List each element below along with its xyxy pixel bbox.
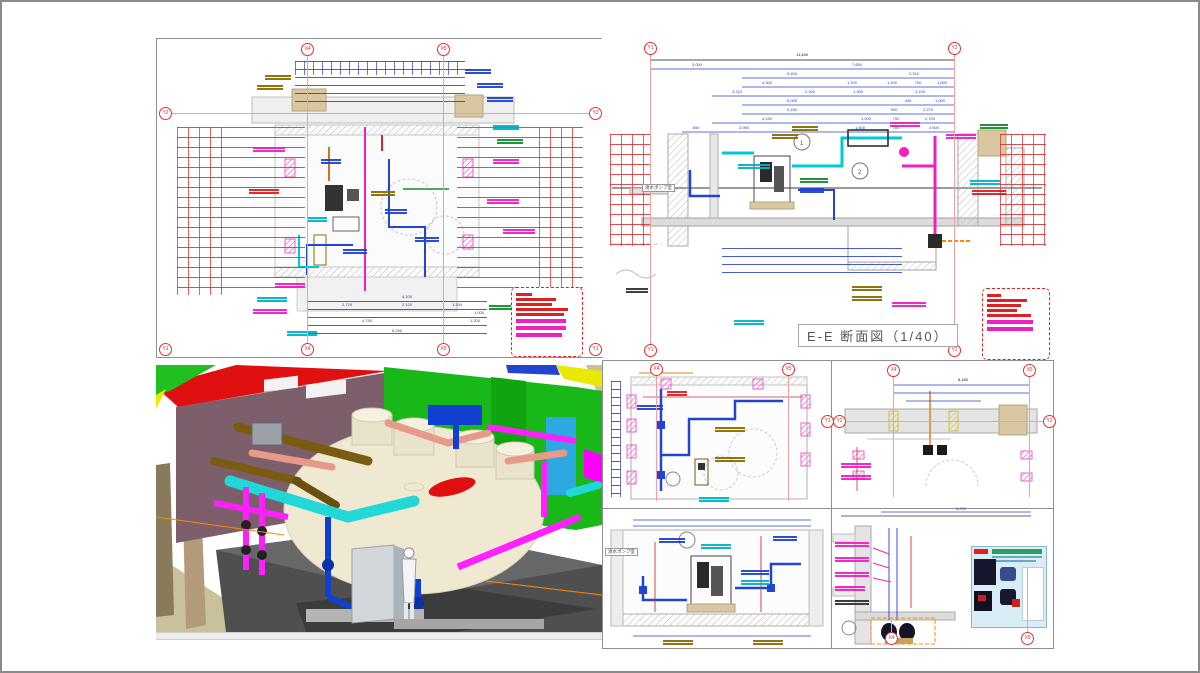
card-header-red — [974, 549, 988, 554]
detail-quad-panel: X4 X5 Y3 — [602, 360, 1054, 649]
drawing-sheet: X4 X5 Y2 Y2 Y1 Y1 X4 X5 2,720 4,100 2,12… — [0, 0, 1200, 673]
card-header-green — [992, 549, 1042, 554]
room-label: 湧水ポンプ室 — [605, 548, 638, 556]
grid-bubble-x5: X5 — [437, 343, 450, 356]
product-diagram — [1022, 567, 1044, 621]
grid-bubble-y2: Y2 — [833, 415, 846, 428]
model-3d-render — [156, 365, 602, 632]
dim-value: 2,270 — [923, 107, 933, 112]
grid-bubble-y1: Y1 — [644, 344, 657, 357]
dim-value: 1,200 — [470, 318, 480, 323]
dim-total: 11,450 — [796, 52, 808, 57]
dim-value: 4,750 — [362, 318, 372, 323]
grid-bubble-x4: X4 — [885, 632, 898, 645]
grid-bubble-y2: Y2 — [589, 107, 602, 120]
dim-value: 1,000 — [474, 310, 484, 315]
dim-value: 4,150 — [762, 116, 772, 121]
dim-value: 2,200 — [805, 89, 815, 94]
dim-value: 4,300 — [762, 80, 772, 85]
viewport-scroll-strip[interactable] — [156, 632, 602, 640]
grid-bubble-x5: X5 — [1021, 632, 1034, 645]
dim-value: 650 — [693, 125, 700, 130]
dim-value: 2,310 — [909, 71, 919, 76]
dim-value: 1,100 — [847, 80, 857, 85]
dim-value: 3,210 — [732, 89, 742, 94]
dim-value: 7,650 — [852, 62, 862, 67]
dimension-cluster-right-ticks — [539, 127, 583, 295]
dimension-ladder — [602, 38, 1052, 138]
section-view-panel: 2 1 Y1 Y2 Y1 Y2 11,450 3,000 7,650 5,400… — [602, 38, 1052, 357]
product-photo — [974, 559, 996, 585]
grid-bubble-y2: Y2 — [948, 42, 961, 55]
grid-bubble-x4: X4 — [650, 363, 663, 376]
dim-value: 1,000 — [937, 80, 947, 85]
dimension-band-top-ticks — [295, 61, 465, 75]
dim-value: 5,150 — [787, 107, 797, 112]
grid-bubble-y2: Y2 — [159, 107, 172, 120]
grid-bubble-y1: Y1 — [159, 343, 172, 356]
dim-value: 5,400 — [787, 71, 797, 76]
product-reference-card — [971, 546, 1047, 628]
dimension-cluster-left-ticks — [177, 127, 223, 295]
dim-value: 1,000 — [935, 98, 945, 103]
dim-value: 2,120 — [402, 302, 412, 307]
dim-value: 900 — [891, 107, 898, 112]
dim-value: 445 — [905, 98, 912, 103]
grid-bubble-y2: Y2 — [1043, 415, 1056, 428]
dim-value: 700 — [915, 80, 922, 85]
grid-bubble-x5: X5 — [782, 363, 795, 376]
dim-total: 6,180 — [958, 377, 968, 382]
product-photo — [1000, 567, 1016, 581]
revision-note-box — [511, 287, 583, 357]
dim-total: 6,230 — [956, 506, 966, 511]
svg-text:1: 1 — [800, 141, 804, 147]
dim-value: 3,000 — [692, 62, 702, 67]
grid-line-x4 — [307, 55, 308, 349]
detail-section-c: 湧水ポンプ室 — [603, 508, 831, 648]
dim-value: 2,500 — [929, 125, 939, 130]
grid-bubble-x5: X5 — [437, 43, 450, 56]
plan-view-panel: X4 X5 Y2 Y2 Y1 Y1 X4 X5 2,720 4,100 2,12… — [156, 38, 603, 358]
grid-bubble-y1: Y1 — [589, 343, 602, 356]
revision-note-box — [982, 288, 1050, 360]
dim-value: 1,100 — [887, 80, 897, 85]
section-title: E-E 断面図（1/40） — [798, 324, 958, 347]
viewport-3d[interactable] — [156, 365, 602, 632]
detail-plan-a: X4 X5 Y3 — [603, 361, 831, 508]
grid-bubble-x4: X4 — [301, 43, 314, 56]
dim-value: 1,400 — [855, 125, 865, 130]
grid-bubble-x4: X4 — [887, 364, 900, 377]
grid-bubble-x5: X5 — [1023, 364, 1036, 377]
dim-value: 4,100 — [402, 294, 412, 299]
dim-value: 2,100 — [915, 89, 925, 94]
grid-bubble-y1: Y1 — [644, 42, 657, 55]
svg-text:2: 2 — [858, 170, 862, 176]
dim-value: 2,050 — [739, 125, 749, 130]
dim-value: 2,720 — [342, 302, 352, 307]
product-photo — [974, 591, 992, 611]
grid-bubble-x4: X4 — [301, 343, 314, 356]
dim-value: 700 — [893, 116, 900, 121]
dim-value: 6,290 — [392, 328, 402, 333]
grid-line-x5 — [443, 55, 444, 349]
grid-line-y2 — [170, 113, 590, 114]
dim-value: 1,000 — [861, 116, 871, 121]
dim-value: 5,005 — [787, 98, 797, 103]
dimension-band-bottom — [307, 301, 487, 341]
room-label: 湧水ポンプ室 — [642, 184, 675, 192]
detail-section-d: 6,230 X4 X5 — [831, 508, 1053, 648]
dim-value: 1,300 — [853, 89, 863, 94]
dim-value: 1,300 — [452, 302, 462, 307]
detail-plan-b: X4 X5 Y2 Y2 6,180 — [831, 361, 1053, 508]
dim-value: 2,700 — [925, 116, 935, 121]
